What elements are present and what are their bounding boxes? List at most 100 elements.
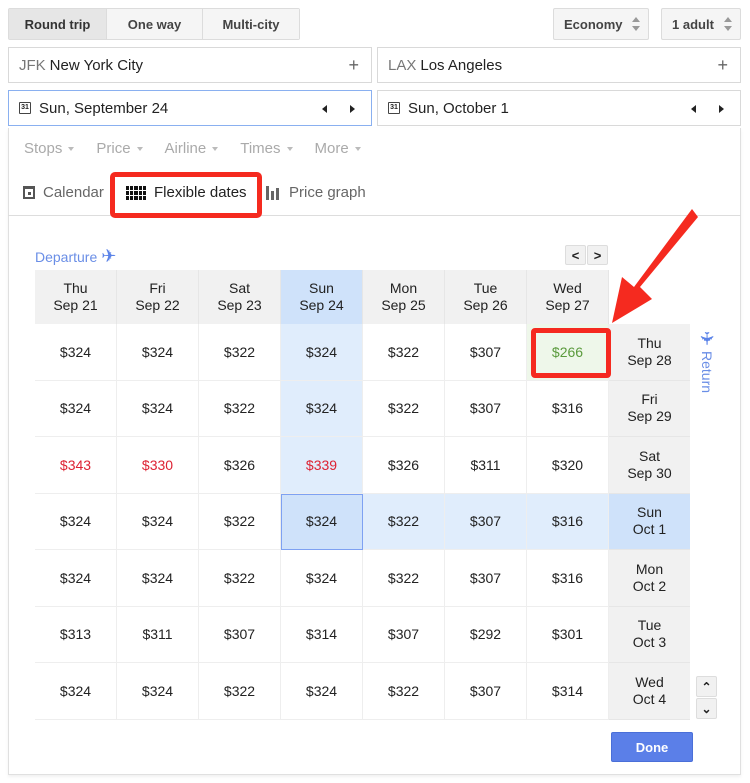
- filter-stops[interactable]: Stops: [24, 140, 75, 157]
- next-date-icon[interactable]: [350, 105, 355, 113]
- price-cell[interactable]: $316: [527, 550, 609, 607]
- filter-price[interactable]: Price: [96, 140, 143, 157]
- price-cell[interactable]: $307: [363, 606, 445, 663]
- header-date: Sep 29: [627, 408, 672, 425]
- price-cell[interactable]: $324: [117, 550, 199, 607]
- filter-more[interactable]: More: [315, 140, 361, 157]
- price-cell[interactable]: $322: [363, 324, 445, 381]
- previous-date-icon[interactable]: [691, 105, 696, 113]
- return-date-header[interactable]: Wed Oct 4: [609, 663, 690, 720]
- header-date: Sep 22: [135, 297, 180, 313]
- price-row: $343 $330 $326 $339 $326 $311 $320 Sat Sep 30: [35, 437, 690, 494]
- header-date: Oct 4: [632, 690, 667, 707]
- header-date: Sep 25: [381, 297, 426, 313]
- departure-date-header[interactable]: Mon Sep 25: [363, 270, 445, 324]
- price-cell[interactable]: $307: [199, 606, 281, 663]
- calendar-icon: 31: [19, 102, 31, 114]
- destination-city: Los Angeles: [420, 56, 503, 74]
- price-cell[interactable]: $324: [281, 493, 363, 550]
- price-cell[interactable]: $307: [445, 380, 527, 437]
- plus-icon[interactable]: +: [717, 55, 728, 76]
- price-cell[interactable]: $322: [199, 380, 281, 437]
- departure-date-header[interactable]: Wed Sep 27: [527, 270, 609, 324]
- passengers-select[interactable]: 1 adult: [661, 8, 741, 40]
- price-cell[interactable]: $324: [35, 550, 117, 607]
- departure-date-field[interactable]: 31 Sun, September 24: [8, 90, 372, 126]
- price-cell[interactable]: $314: [281, 606, 363, 663]
- header-date: Sep 27: [545, 297, 590, 313]
- price-cell[interactable]: $324: [117, 493, 199, 550]
- done-button[interactable]: Done: [611, 732, 693, 762]
- departure-date-header[interactable]: Tue Sep 26: [445, 270, 527, 324]
- price-cell[interactable]: $307: [445, 663, 527, 720]
- price-cell[interactable]: $322: [199, 663, 281, 720]
- price-cell[interactable]: $313: [35, 606, 117, 663]
- cabin-class-value: Economy: [564, 16, 623, 32]
- price-cell[interactable]: $324: [281, 663, 363, 720]
- price-cell[interactable]: $322: [363, 493, 445, 550]
- tab-calendar[interactable]: Calendar: [23, 184, 104, 201]
- one-way-button[interactable]: One way: [107, 9, 203, 39]
- price-cell[interactable]: $311: [445, 437, 527, 494]
- previous-return-week-button[interactable]: ⌃: [696, 676, 717, 697]
- price-cell[interactable]: $307: [445, 324, 527, 381]
- price-cell[interactable]: $307: [445, 550, 527, 607]
- price-cell[interactable]: $324: [35, 380, 117, 437]
- cabin-class-select[interactable]: Economy: [553, 8, 649, 40]
- return-date-header[interactable]: Fri Sep 29: [609, 380, 690, 437]
- price-cell[interactable]: $316: [527, 493, 609, 550]
- departure-date-value: Sun, September 24: [39, 99, 169, 117]
- departure-date-header[interactable]: Thu Sep 21: [35, 270, 117, 324]
- destination-field[interactable]: LAX Los Angeles +: [377, 47, 741, 83]
- price-cell[interactable]: $322: [363, 550, 445, 607]
- filter-label: Times: [240, 140, 281, 157]
- multi-city-button[interactable]: Multi-city: [203, 9, 299, 39]
- return-date-header[interactable]: Mon Oct 2: [609, 550, 690, 607]
- return-date-field[interactable]: 31 Sun, October 1: [377, 90, 741, 126]
- plus-icon[interactable]: +: [348, 55, 359, 76]
- tab-price-graph[interactable]: Price graph: [266, 184, 366, 201]
- price-cell[interactable]: $322: [363, 663, 445, 720]
- price-cell[interactable]: $324: [117, 380, 199, 437]
- price-cell[interactable]: $339: [281, 437, 363, 494]
- previous-date-icon[interactable]: [322, 105, 327, 113]
- price-cell[interactable]: $324: [117, 324, 199, 381]
- price-cell[interactable]: $314: [527, 663, 609, 720]
- price-cell[interactable]: $324: [281, 550, 363, 607]
- price-cell[interactable]: $301: [527, 606, 609, 663]
- price-cell[interactable]: $324: [117, 663, 199, 720]
- header-day: Tue: [473, 280, 498, 296]
- price-cell[interactable]: $330: [117, 437, 199, 494]
- return-date-header[interactable]: Sat Sep 30: [609, 437, 690, 494]
- price-cell[interactable]: $320: [527, 437, 609, 494]
- price-cell[interactable]: $326: [199, 437, 281, 494]
- price-cell[interactable]: $343: [35, 437, 117, 494]
- previous-week-button[interactable]: <: [565, 245, 586, 265]
- price-cell[interactable]: $292: [445, 606, 527, 663]
- price-cell[interactable]: $322: [199, 324, 281, 381]
- price-cell[interactable]: $322: [363, 380, 445, 437]
- price-cell[interactable]: $324: [281, 380, 363, 437]
- return-date-header[interactable]: Tue Oct 3: [609, 606, 690, 663]
- round-trip-button[interactable]: Round trip: [9, 9, 107, 39]
- return-date-header[interactable]: Sun Oct 1: [609, 493, 690, 550]
- next-return-week-button[interactable]: ⌄: [696, 698, 717, 719]
- price-cell[interactable]: $322: [199, 550, 281, 607]
- price-cell[interactable]: $307: [445, 493, 527, 550]
- price-cell[interactable]: $326: [363, 437, 445, 494]
- departure-date-header[interactable]: Sun Sep 24: [281, 270, 363, 324]
- filter-times[interactable]: Times: [240, 140, 293, 157]
- price-cell[interactable]: $324: [281, 324, 363, 381]
- price-cell[interactable]: $322: [199, 493, 281, 550]
- price-cell[interactable]: $324: [35, 324, 117, 381]
- next-date-icon[interactable]: [719, 105, 724, 113]
- return-date-header[interactable]: Thu Sep 28: [609, 324, 690, 381]
- price-cell[interactable]: $311: [117, 606, 199, 663]
- departure-date-header[interactable]: Sat Sep 23: [199, 270, 281, 324]
- filter-airline[interactable]: Airline: [165, 140, 219, 157]
- departure-date-header[interactable]: Fri Sep 22: [117, 270, 199, 324]
- price-cell[interactable]: $324: [35, 493, 117, 550]
- price-cell[interactable]: $324: [35, 663, 117, 720]
- origin-field[interactable]: JFK New York City +: [8, 47, 372, 83]
- price-cell[interactable]: $316: [527, 380, 609, 437]
